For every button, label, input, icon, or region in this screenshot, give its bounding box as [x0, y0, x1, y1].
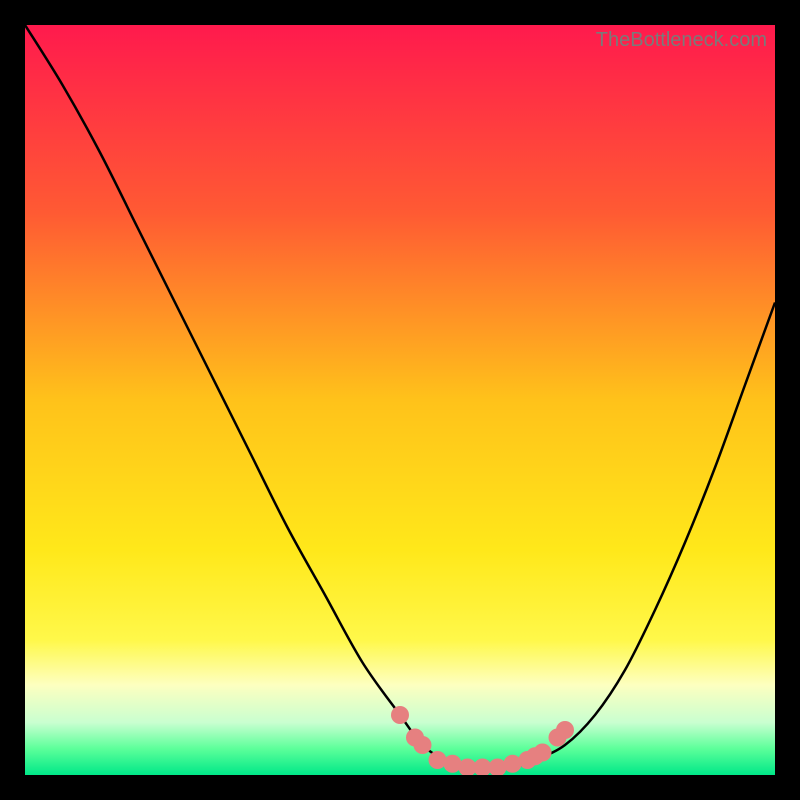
bottleneck-curve-plot — [25, 25, 775, 775]
marker-dot — [414, 736, 432, 754]
marker-dot — [556, 721, 574, 739]
chart-frame: TheBottleneck.com — [25, 25, 775, 775]
marker-dot — [534, 744, 552, 762]
marker-dot — [429, 751, 447, 769]
watermark-text: TheBottleneck.com — [596, 29, 767, 52]
marker-dot — [444, 755, 462, 773]
gradient-background — [25, 25, 775, 775]
marker-dot — [391, 706, 409, 724]
marker-dot — [504, 755, 522, 773]
